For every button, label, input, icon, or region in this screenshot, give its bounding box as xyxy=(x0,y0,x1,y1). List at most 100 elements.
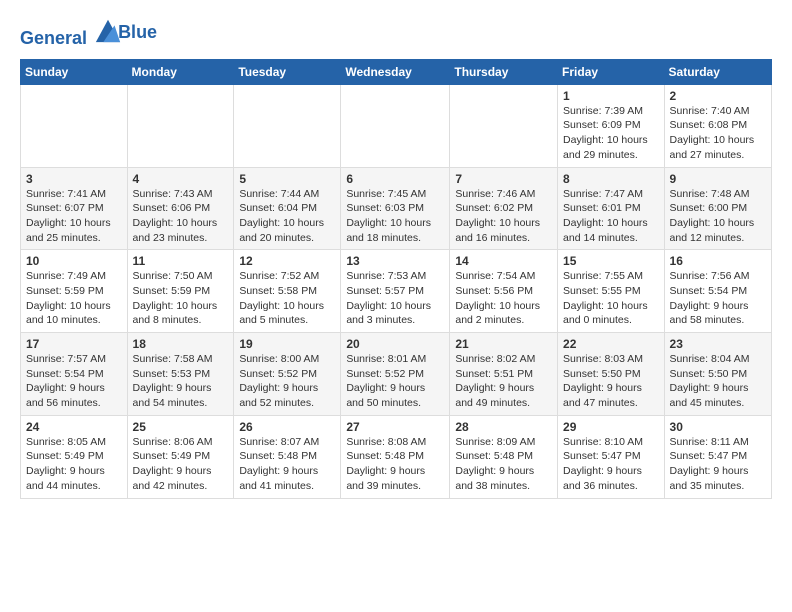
calendar-week-row: 17Sunrise: 7:57 AMSunset: 5:54 PMDayligh… xyxy=(21,333,772,416)
day-info: Sunrise: 7:50 AMSunset: 5:59 PMDaylight:… xyxy=(133,269,229,328)
calendar-cell: 30Sunrise: 8:11 AMSunset: 5:47 PMDayligh… xyxy=(664,415,771,498)
day-number: 15 xyxy=(563,254,659,268)
day-info: Sunrise: 8:09 AMSunset: 5:48 PMDaylight:… xyxy=(455,435,552,494)
day-info: Sunrise: 8:08 AMSunset: 5:48 PMDaylight:… xyxy=(346,435,444,494)
day-info: Sunrise: 7:55 AMSunset: 5:55 PMDaylight:… xyxy=(563,269,659,328)
day-info: Sunrise: 7:49 AMSunset: 5:59 PMDaylight:… xyxy=(26,269,122,328)
day-info: Sunrise: 8:11 AMSunset: 5:47 PMDaylight:… xyxy=(670,435,766,494)
calendar-cell: 26Sunrise: 8:07 AMSunset: 5:48 PMDayligh… xyxy=(234,415,341,498)
calendar-cell: 16Sunrise: 7:56 AMSunset: 5:54 PMDayligh… xyxy=(664,250,771,333)
day-number: 8 xyxy=(563,172,659,186)
day-info: Sunrise: 7:56 AMSunset: 5:54 PMDaylight:… xyxy=(670,269,766,328)
day-info: Sunrise: 7:43 AMSunset: 6:06 PMDaylight:… xyxy=(133,187,229,246)
calendar-cell: 12Sunrise: 7:52 AMSunset: 5:58 PMDayligh… xyxy=(234,250,341,333)
day-info: Sunrise: 8:05 AMSunset: 5:49 PMDaylight:… xyxy=(26,435,122,494)
logo: General Blue xyxy=(20,16,157,49)
day-info: Sunrise: 8:07 AMSunset: 5:48 PMDaylight:… xyxy=(239,435,335,494)
day-number: 4 xyxy=(133,172,229,186)
calendar-cell: 21Sunrise: 8:02 AMSunset: 5:51 PMDayligh… xyxy=(450,333,558,416)
day-number: 28 xyxy=(455,420,552,434)
calendar-cell: 9Sunrise: 7:48 AMSunset: 6:00 PMDaylight… xyxy=(664,167,771,250)
day-info: Sunrise: 8:10 AMSunset: 5:47 PMDaylight:… xyxy=(563,435,659,494)
calendar-week-row: 10Sunrise: 7:49 AMSunset: 5:59 PMDayligh… xyxy=(21,250,772,333)
day-info: Sunrise: 7:48 AMSunset: 6:00 PMDaylight:… xyxy=(670,187,766,246)
day-of-week-header: Saturday xyxy=(664,59,771,84)
calendar-cell: 5Sunrise: 7:44 AMSunset: 6:04 PMDaylight… xyxy=(234,167,341,250)
day-info: Sunrise: 8:04 AMSunset: 5:50 PMDaylight:… xyxy=(670,352,766,411)
day-number: 6 xyxy=(346,172,444,186)
day-number: 13 xyxy=(346,254,444,268)
day-info: Sunrise: 7:47 AMSunset: 6:01 PMDaylight:… xyxy=(563,187,659,246)
page: General Blue SundayMondayTuesdayWednesda… xyxy=(0,0,792,515)
day-number: 12 xyxy=(239,254,335,268)
day-number: 30 xyxy=(670,420,766,434)
calendar-cell: 28Sunrise: 8:09 AMSunset: 5:48 PMDayligh… xyxy=(450,415,558,498)
calendar-cell: 11Sunrise: 7:50 AMSunset: 5:59 PMDayligh… xyxy=(127,250,234,333)
day-number: 18 xyxy=(133,337,229,351)
calendar-cell: 13Sunrise: 7:53 AMSunset: 5:57 PMDayligh… xyxy=(341,250,450,333)
calendar-cell: 15Sunrise: 7:55 AMSunset: 5:55 PMDayligh… xyxy=(558,250,665,333)
calendar-cell xyxy=(234,84,341,167)
calendar-cell: 1Sunrise: 7:39 AMSunset: 6:09 PMDaylight… xyxy=(558,84,665,167)
day-info: Sunrise: 7:53 AMSunset: 5:57 PMDaylight:… xyxy=(346,269,444,328)
day-number: 23 xyxy=(670,337,766,351)
day-number: 17 xyxy=(26,337,122,351)
calendar-cell: 14Sunrise: 7:54 AMSunset: 5:56 PMDayligh… xyxy=(450,250,558,333)
calendar-cell: 2Sunrise: 7:40 AMSunset: 6:08 PMDaylight… xyxy=(664,84,771,167)
day-of-week-header: Thursday xyxy=(450,59,558,84)
day-info: Sunrise: 7:39 AMSunset: 6:09 PMDaylight:… xyxy=(563,104,659,163)
calendar-cell: 6Sunrise: 7:45 AMSunset: 6:03 PMDaylight… xyxy=(341,167,450,250)
day-number: 25 xyxy=(133,420,229,434)
calendar-cell xyxy=(21,84,128,167)
calendar-week-row: 1Sunrise: 7:39 AMSunset: 6:09 PMDaylight… xyxy=(21,84,772,167)
day-of-week-header: Wednesday xyxy=(341,59,450,84)
calendar-cell xyxy=(341,84,450,167)
day-info: Sunrise: 7:54 AMSunset: 5:56 PMDaylight:… xyxy=(455,269,552,328)
calendar-week-row: 24Sunrise: 8:05 AMSunset: 5:49 PMDayligh… xyxy=(21,415,772,498)
calendar-header-row: SundayMondayTuesdayWednesdayThursdayFrid… xyxy=(21,59,772,84)
calendar-cell: 19Sunrise: 8:00 AMSunset: 5:52 PMDayligh… xyxy=(234,333,341,416)
day-number: 14 xyxy=(455,254,552,268)
calendar-cell: 7Sunrise: 7:46 AMSunset: 6:02 PMDaylight… xyxy=(450,167,558,250)
calendar-cell: 20Sunrise: 8:01 AMSunset: 5:52 PMDayligh… xyxy=(341,333,450,416)
header: General Blue xyxy=(20,16,772,49)
calendar-cell xyxy=(450,84,558,167)
calendar-cell xyxy=(127,84,234,167)
day-of-week-header: Tuesday xyxy=(234,59,341,84)
day-of-week-header: Monday xyxy=(127,59,234,84)
day-info: Sunrise: 7:46 AMSunset: 6:02 PMDaylight:… xyxy=(455,187,552,246)
calendar-cell: 4Sunrise: 7:43 AMSunset: 6:06 PMDaylight… xyxy=(127,167,234,250)
day-number: 24 xyxy=(26,420,122,434)
day-number: 19 xyxy=(239,337,335,351)
day-info: Sunrise: 7:44 AMSunset: 6:04 PMDaylight:… xyxy=(239,187,335,246)
day-number: 3 xyxy=(26,172,122,186)
day-of-week-header: Sunday xyxy=(21,59,128,84)
day-number: 29 xyxy=(563,420,659,434)
calendar-cell: 8Sunrise: 7:47 AMSunset: 6:01 PMDaylight… xyxy=(558,167,665,250)
day-number: 1 xyxy=(563,89,659,103)
calendar-cell: 27Sunrise: 8:08 AMSunset: 5:48 PMDayligh… xyxy=(341,415,450,498)
calendar-cell: 24Sunrise: 8:05 AMSunset: 5:49 PMDayligh… xyxy=(21,415,128,498)
day-number: 22 xyxy=(563,337,659,351)
day-number: 2 xyxy=(670,89,766,103)
calendar-cell: 22Sunrise: 8:03 AMSunset: 5:50 PMDayligh… xyxy=(558,333,665,416)
day-number: 27 xyxy=(346,420,444,434)
calendar-cell: 3Sunrise: 7:41 AMSunset: 6:07 PMDaylight… xyxy=(21,167,128,250)
day-info: Sunrise: 7:41 AMSunset: 6:07 PMDaylight:… xyxy=(26,187,122,246)
day-info: Sunrise: 8:03 AMSunset: 5:50 PMDaylight:… xyxy=(563,352,659,411)
day-of-week-header: Friday xyxy=(558,59,665,84)
calendar-cell: 10Sunrise: 7:49 AMSunset: 5:59 PMDayligh… xyxy=(21,250,128,333)
calendar-week-row: 3Sunrise: 7:41 AMSunset: 6:07 PMDaylight… xyxy=(21,167,772,250)
calendar-cell: 17Sunrise: 7:57 AMSunset: 5:54 PMDayligh… xyxy=(21,333,128,416)
logo-blue: Blue xyxy=(118,23,157,43)
day-info: Sunrise: 7:40 AMSunset: 6:08 PMDaylight:… xyxy=(670,104,766,163)
day-info: Sunrise: 7:57 AMSunset: 5:54 PMDaylight:… xyxy=(26,352,122,411)
day-number: 7 xyxy=(455,172,552,186)
day-info: Sunrise: 7:52 AMSunset: 5:58 PMDaylight:… xyxy=(239,269,335,328)
day-number: 11 xyxy=(133,254,229,268)
day-number: 10 xyxy=(26,254,122,268)
calendar-cell: 18Sunrise: 7:58 AMSunset: 5:53 PMDayligh… xyxy=(127,333,234,416)
day-number: 21 xyxy=(455,337,552,351)
logo-text: General xyxy=(20,16,122,49)
day-info: Sunrise: 7:45 AMSunset: 6:03 PMDaylight:… xyxy=(346,187,444,246)
